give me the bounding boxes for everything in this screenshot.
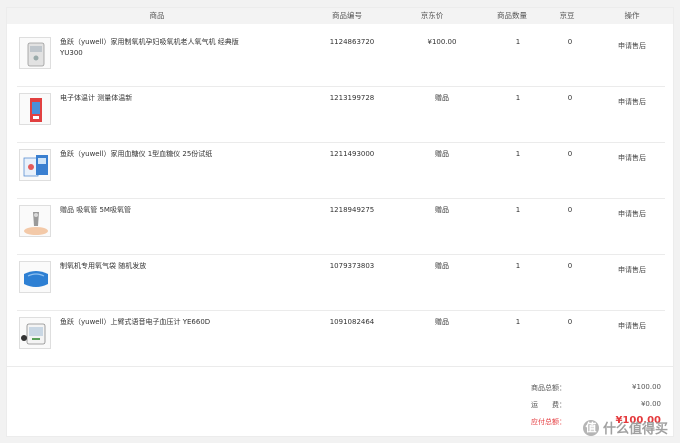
- watermark-text: 什么值得买: [602, 422, 668, 437]
- product-code: 1213199728: [329, 94, 375, 102]
- amount-due-label: 应付总额：: [531, 418, 566, 426]
- product-bean: 0: [567, 318, 573, 326]
- product-qty: 1: [515, 318, 521, 326]
- summary-divider: [7, 366, 673, 367]
- table-row: 制氧机专用氧气袋 随机发放 1079373803 赠品 1 0 申请售后: [17, 255, 665, 311]
- goods-total-label: 商品总额：: [531, 384, 566, 392]
- product-code: 1211493000: [329, 150, 375, 158]
- table-row: 电子体温计 测量体温新 1213199728 赠品 1 0 申请售后: [17, 87, 665, 143]
- shipping-row: 运 费： ¥0.00: [531, 397, 661, 414]
- product-price: 赠品: [435, 206, 449, 214]
- product-code: 1079373803: [329, 262, 375, 270]
- product-name[interactable]: 制氧机专用氧气袋 随机发放: [60, 261, 255, 272]
- oxygen-concentrator-icon: [27, 42, 45, 67]
- glucose-meter-icon: [23, 155, 48, 177]
- product-name[interactable]: 赠品 吸氧管 5M吸氧管: [60, 205, 255, 216]
- goods-total-row: 商品总额： ¥100.00: [531, 380, 661, 397]
- thermometer-box-icon: [30, 98, 42, 122]
- table-row: 鱼跃（yuwell）上臂式语音电子血压计 YE660D 1091082464 赠…: [17, 311, 665, 367]
- product-price: 赠品: [435, 318, 449, 326]
- product-thumbnail[interactable]: [19, 205, 51, 237]
- product-name[interactable]: 鱼跃（yuwell）上臂式语音电子血压计 YE660D: [60, 317, 255, 328]
- header-price: 京东价: [420, 11, 444, 20]
- product-code: 1124863720: [329, 38, 375, 46]
- oxygen-bag-icon: [24, 271, 48, 287]
- header-code: 商品编号: [332, 11, 362, 20]
- product-thumbnail[interactable]: [19, 93, 51, 125]
- product-qty: 1: [515, 94, 521, 102]
- after-sale-link[interactable]: 申请售后: [602, 153, 662, 164]
- product-name[interactable]: 鱼跃（yuwell）家用血糖仪 1型血糖仪 25份试纸: [60, 149, 255, 160]
- header-action: 操作: [624, 11, 640, 20]
- blood-pressure-monitor-icon: [21, 323, 46, 345]
- after-sale-link[interactable]: 申请售后: [602, 265, 662, 276]
- product-bean: 0: [567, 94, 573, 102]
- product-qty: 1: [515, 262, 521, 270]
- after-sale-link[interactable]: 申请售后: [602, 321, 662, 332]
- product-thumbnail[interactable]: [19, 37, 51, 69]
- product-bean: 0: [567, 262, 573, 270]
- product-price: 赠品: [435, 262, 449, 270]
- table-row: 鱼跃（yuwell）家用血糖仪 1型血糖仪 25份试纸 1211493000 赠…: [17, 143, 665, 199]
- header-qty: 商品数量: [497, 11, 527, 20]
- product-bean: 0: [567, 150, 573, 158]
- table-row: 鱼跃（yuwell）家用制氧机孕妇吸氧机老人氧气机 经典版 YU300 1124…: [17, 31, 665, 87]
- after-sale-link[interactable]: 申请售后: [602, 209, 662, 220]
- product-price: 赠品: [435, 150, 449, 158]
- header-product: 商品: [149, 11, 165, 20]
- product-qty: 1: [515, 206, 521, 214]
- product-qty: 1: [515, 38, 521, 46]
- header-bean: 京豆: [559, 11, 575, 20]
- product-code: 1091082464: [329, 318, 375, 326]
- after-sale-link[interactable]: 申请售后: [602, 97, 662, 108]
- product-thumbnail[interactable]: [19, 261, 51, 293]
- watermark-badge: 值: [582, 419, 599, 436]
- product-name[interactable]: 电子体温计 测量体温新: [60, 93, 255, 104]
- shipping-label: 运 费：: [531, 401, 566, 409]
- after-sale-link[interactable]: 申请售后: [602, 41, 662, 52]
- product-price: 赠品: [435, 94, 449, 102]
- product-thumbnail[interactable]: [19, 149, 51, 181]
- site-watermark: 值 什么值得买: [582, 418, 668, 437]
- oxygen-tube-icon: [24, 212, 48, 235]
- goods-total-value: ¥100.00: [632, 383, 661, 391]
- order-items-panel: 商品 商品编号 京东价 商品数量 京豆 操作 鱼跃（yuwell）家用制氧机孕妇…: [6, 7, 674, 437]
- product-bean: 0: [567, 38, 573, 46]
- product-name[interactable]: 鱼跃（yuwell）家用制氧机孕妇吸氧机老人氧气机 经典版 YU300: [60, 37, 255, 59]
- table-header: 商品 商品编号 京东价 商品数量 京豆 操作: [7, 8, 673, 24]
- shipping-value: ¥0.00: [640, 400, 661, 408]
- table-row: 赠品 吸氧管 5M吸氧管 1218949275 赠品 1 0 申请售后: [17, 199, 665, 255]
- product-code: 1218949275: [329, 206, 375, 214]
- product-bean: 0: [567, 206, 573, 214]
- product-price: ¥100.00: [427, 38, 457, 46]
- product-qty: 1: [515, 150, 521, 158]
- product-thumbnail[interactable]: [19, 317, 51, 349]
